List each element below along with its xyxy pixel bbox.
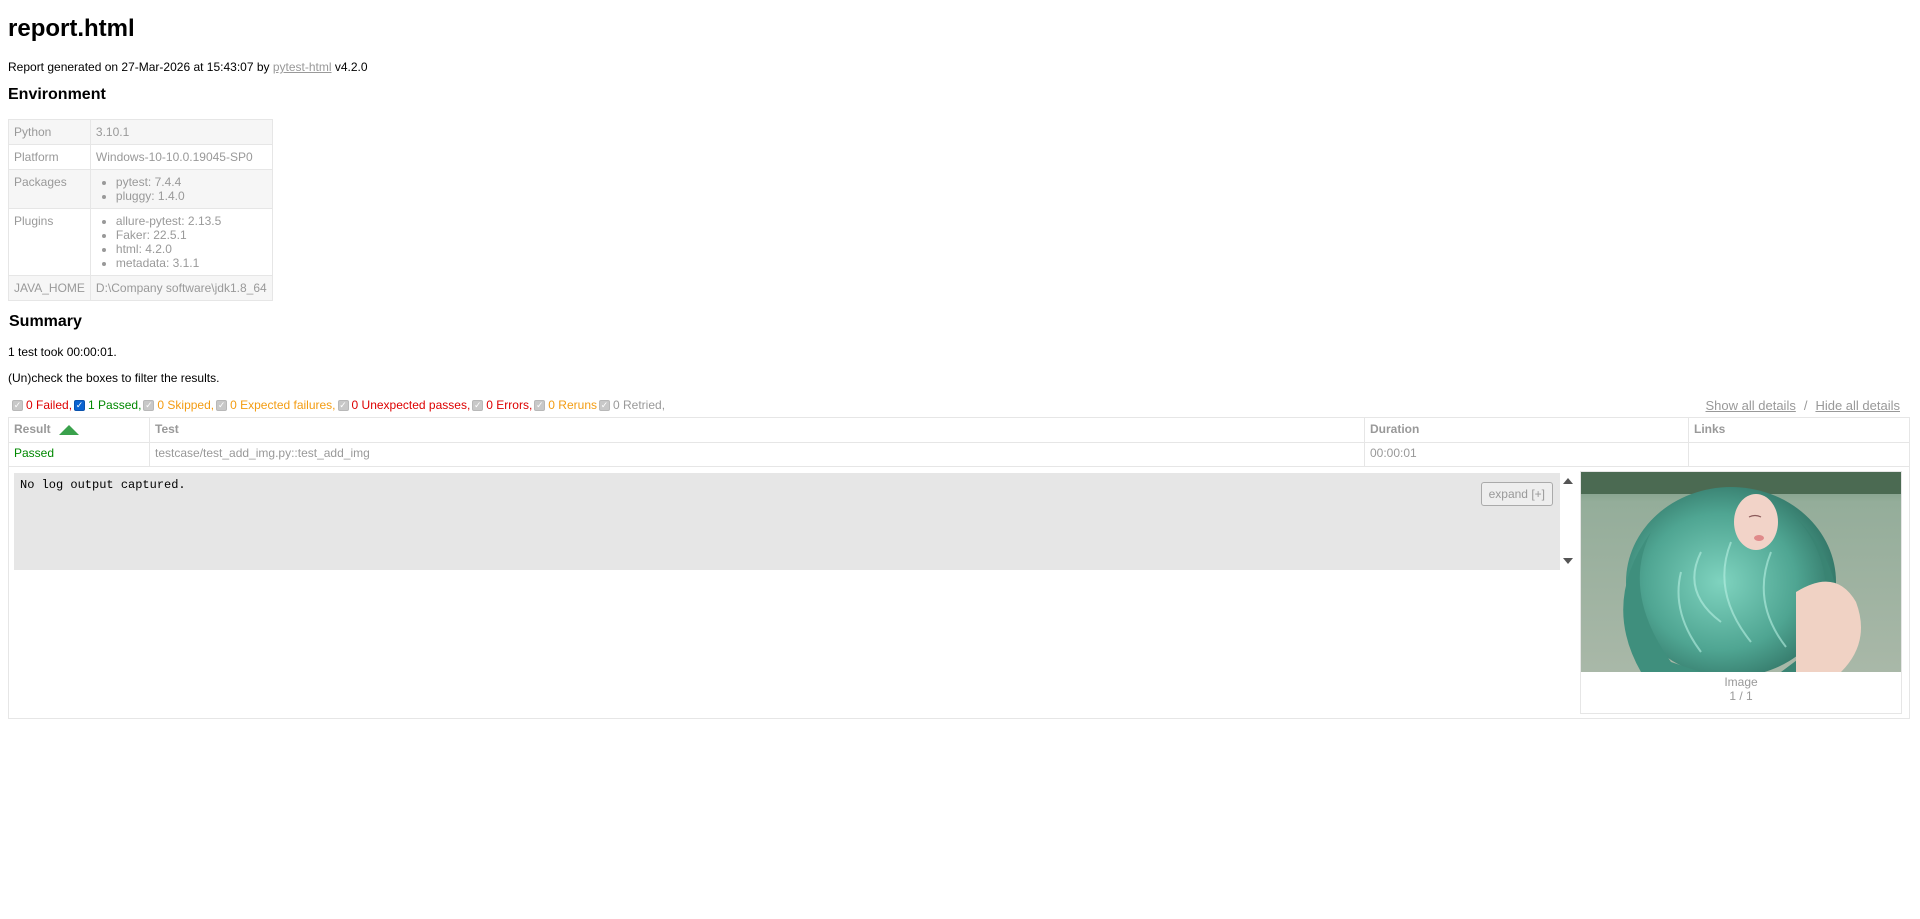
list-item: html: 4.2.0 [116,242,267,256]
column-header-duration[interactable]: Duration [1365,418,1689,442]
environment-table: Python 3.10.1 Platform Windows-10-10.0.1… [8,119,273,301]
result-cell[interactable]: Passed [9,442,150,466]
log-output: No log output captured. expand [+] [14,473,1560,570]
links-cell [1689,442,1909,466]
generated-suffix: v4.2.0 [331,60,368,74]
list-item: pluggy: 1.4.0 [116,189,267,203]
sort-ascending-icon [58,424,79,435]
env-row-python: Python 3.10.1 [8,119,273,145]
media-panel: Image 1 / 1 [1580,471,1902,714]
filter-label: 0 Expected failures, [230,398,336,412]
env-value: pytest: 7.4.4 pluggy: 1.4.0 [89,169,273,209]
media-counter: 1 / 1 [1729,689,1753,703]
filter-label: 0 Reruns [548,398,597,412]
filter-passed[interactable]: ✓ 1 Passed, [74,398,141,412]
checkbox-icon[interactable]: ✓ [337,399,349,411]
filter-skipped[interactable]: ✓ 0 Skipped, [143,398,214,412]
results-header: Result Test Duration Links [9,418,1909,443]
list-item: allure-pytest: 2.13.5 [116,214,267,228]
filter-retried[interactable]: ✓ 0 Retried, [599,398,665,412]
plugins-list: allure-pytest: 2.13.5 Faker: 22.5.1 html… [96,214,267,270]
header-label: Result [14,422,51,436]
table-row[interactable]: Passed testcase/test_add_img.py::test_ad… [9,442,1909,467]
page-title: report.html [8,15,135,42]
environment-heading: Environment [8,86,106,103]
test-name-cell[interactable]: testcase/test_add_img.py::test_add_img [150,442,1365,466]
checkbox-icon[interactable]: ✓ [534,399,546,411]
filter-label: 0 Errors, [486,398,533,412]
filter-bar: ✓ 0 Failed, ✓ 1 Passed, ✓ 0 Skipped, ✓ 0… [12,398,667,412]
env-row-plugins: Plugins allure-pytest: 2.13.5 Faker: 22.… [8,208,273,276]
env-key: Plugins [8,208,91,276]
checkbox-icon[interactable]: ✓ [12,399,23,411]
filter-unexpected-passes[interactable]: ✓ 0 Unexpected passes, [337,398,471,412]
filter-label: 0 Unexpected passes, [351,398,471,412]
filter-label: 0 Failed, [26,398,73,412]
list-item: pytest: 7.4.4 [116,175,267,189]
results-table: Result Test Duration Links Passed testca… [8,417,1910,719]
filter-hint: (Un)check the boxes to filter the result… [8,371,220,385]
scroll-up-icon[interactable] [1563,478,1573,484]
generated-line: Report generated on 27-Mar-2026 at 15:43… [8,60,368,74]
env-value: allure-pytest: 2.13.5 Faker: 22.5.1 html… [89,208,273,276]
screenshot-image[interactable] [1581,472,1901,672]
env-key: Python [8,119,91,145]
filter-expected-failures[interactable]: ✓ 0 Expected failures, [216,398,336,412]
generated-prefix: Report generated on 27-Mar-2026 at 15:43… [8,60,273,74]
separator: / [1803,398,1808,413]
filter-label: 0 Skipped, [157,398,215,412]
column-header-test[interactable]: Test [150,418,1365,442]
checkbox-icon[interactable]: ✓ [599,399,610,411]
filter-label: 0 Retried, [613,398,666,412]
packages-list: pytest: 7.4.4 pluggy: 1.4.0 [96,175,267,203]
env-key: JAVA_HOME [8,275,91,301]
filter-errors[interactable]: ✓ 0 Errors, [472,398,532,412]
log-text: No log output captured. [20,478,186,492]
env-value: 3.10.1 [89,119,273,145]
checkbox-icon[interactable]: ✓ [472,399,484,411]
filter-failed[interactable]: ✓ 0 Failed, [12,398,72,412]
scroll-down-icon[interactable] [1563,558,1573,564]
details-toggle: Show all details / Hide all details [1706,398,1901,413]
hide-all-details-link[interactable]: Hide all details [1815,398,1900,413]
media-label: Image [1724,675,1758,689]
summary-duration: 1 test took 00:00:01. [8,345,117,359]
env-row-platform: Platform Windows-10-10.0.19045-SP0 [8,144,273,170]
pytest-html-link[interactable]: pytest-html [273,60,332,74]
column-header-links[interactable]: Links [1689,418,1909,442]
list-item: Faker: 22.5.1 [116,228,267,242]
env-key: Packages [8,169,91,209]
checkbox-icon[interactable]: ✓ [143,399,155,411]
duration-cell[interactable]: 00:00:01 [1365,442,1689,466]
filter-label: 1 Passed, [88,398,142,412]
env-value: Windows-10-10.0.19045-SP0 [89,144,273,170]
screenshot-image-art [1581,472,1901,672]
env-key: Platform [8,144,91,170]
list-item: metadata: 3.1.1 [116,256,267,270]
env-row-java-home: JAVA_HOME D:\Company software\jdk1.8_64 [8,275,273,301]
env-row-packages: Packages pytest: 7.4.4 pluggy: 1.4.0 [8,169,273,209]
expand-button[interactable]: expand [+] [1480,482,1553,506]
show-all-details-link[interactable]: Show all details [1706,398,1796,413]
column-header-result[interactable]: Result [9,418,150,442]
summary-heading: Summary [9,313,82,330]
env-value: D:\Company software\jdk1.8_64 [89,275,273,301]
checkbox-icon[interactable]: ✓ [74,399,86,411]
filter-reruns[interactable]: ✓ 0 Reruns [534,398,597,412]
checkbox-icon[interactable]: ✓ [216,399,228,411]
